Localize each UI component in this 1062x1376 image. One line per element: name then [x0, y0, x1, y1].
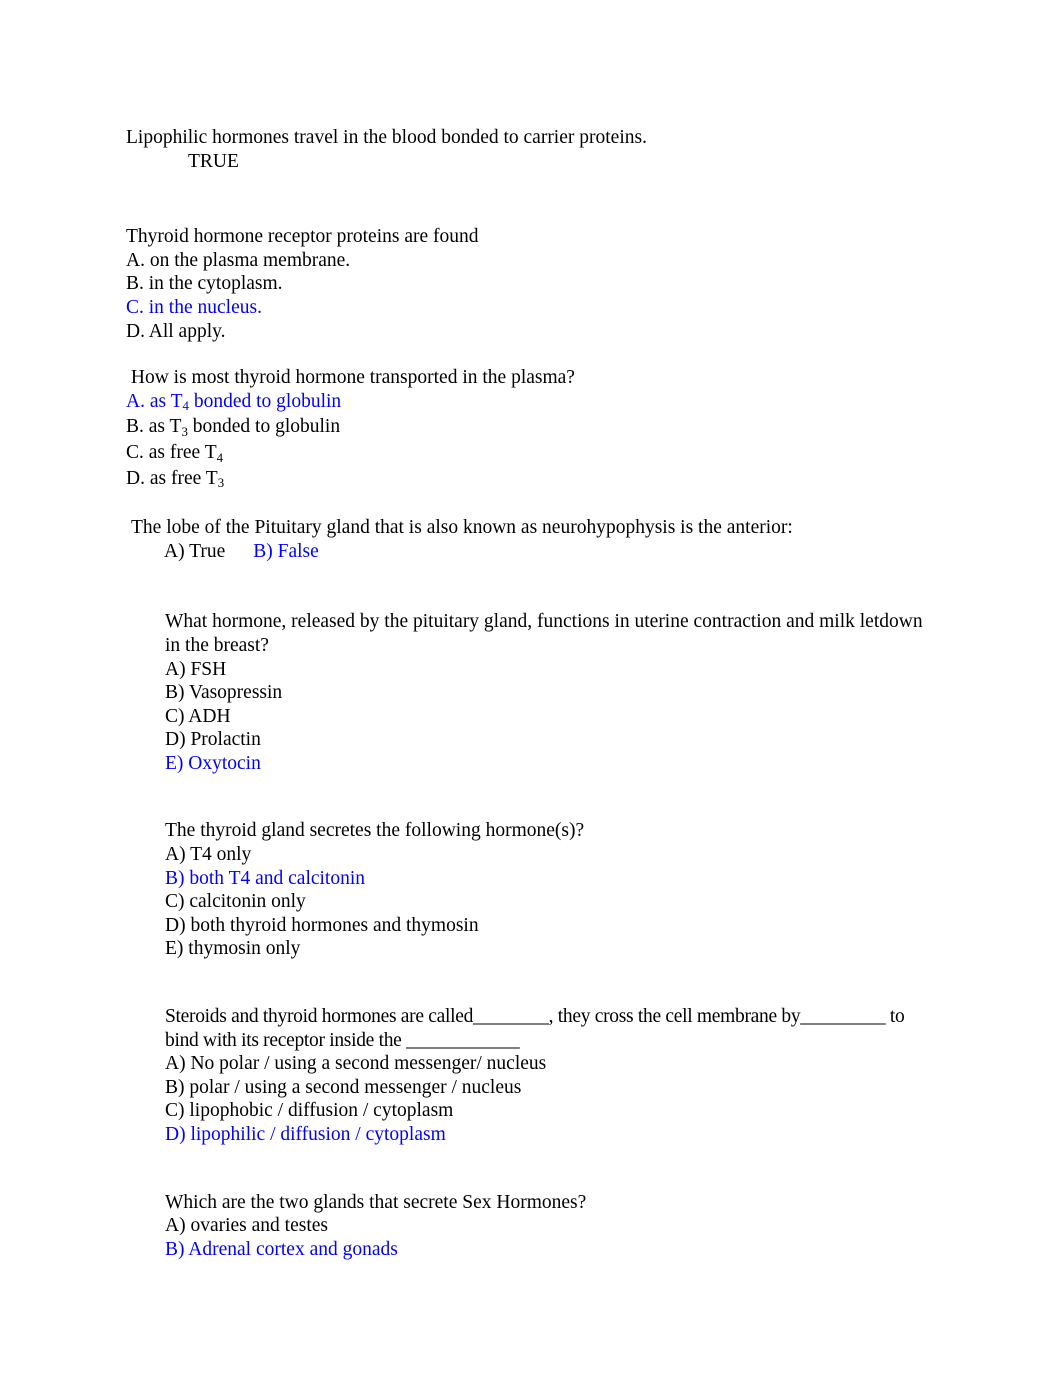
option-d: D. as free T3 [126, 467, 936, 493]
subscript: 3 [217, 476, 225, 491]
option-d: D. All apply. [126, 320, 226, 342]
option-a: A) No polar / using a second messenger/ … [165, 1053, 547, 1075]
option-a: A. on the plasma membrane. [126, 249, 351, 271]
option-c: C) ADH [165, 705, 231, 727]
option-b: B) Vasopressin [165, 682, 283, 704]
question-prompt-line-1: Steroids and thyroid hormones are called… [165, 1006, 905, 1028]
question-block-5: What hormone, released by the pituitary … [165, 610, 937, 775]
true-false-row: A) True B) False [126, 540, 936, 564]
document-body: Lipophilic hormones travel in the blood … [126, 126, 936, 1261]
subscript: 3 [181, 424, 188, 439]
option-e: E) thymosin only [165, 938, 301, 960]
option-a: A) T4 only [165, 844, 252, 866]
option-b: B) polar / using a second messenger / nu… [165, 1076, 522, 1098]
question-block-6: The thyroid gland secretes the following… [165, 819, 937, 961]
option-a: A) FSH [165, 658, 227, 680]
question-prompt: Lipophilic hormones travel in the blood … [126, 127, 647, 148]
question-answer-true: TRUE [188, 150, 239, 172]
question-block-1: Lipophilic hormones travel in the blood … [126, 126, 936, 173]
question-block-8: Which are the two glands that secrete Se… [165, 1191, 937, 1262]
option-b-correct: B) Adrenal cortex and gonads [165, 1238, 398, 1260]
option-text-pre: B. as T [126, 416, 182, 438]
question-prompt: How is most thyroid hormone transported … [126, 367, 575, 389]
option-c: C. as free T4 [126, 441, 936, 467]
question-block-2: Thyroid hormone receptor proteins are fo… [126, 225, 936, 343]
option-d: D) Prolactin [165, 729, 261, 751]
subscript: 4 [216, 450, 224, 465]
question-prompt-line-2: bind with its receptor inside the ______… [165, 1029, 520, 1051]
question-prompt: The thyroid gland secretes the following… [165, 820, 585, 842]
option-text-post: bonded to globulin [187, 416, 341, 438]
question-prompt: What hormone, released by the pituitary … [165, 611, 928, 656]
option-c: C) calcitonin only [165, 891, 306, 913]
option-a-correct: A. as T4 bonded to globulin [126, 390, 936, 416]
option-d-correct: D) lipophilic / diffusion / cytoplasm [165, 1124, 446, 1145]
question-block-4: The lobe of the Pituitary gland that is … [126, 516, 936, 563]
document-page: Lipophilic hormones travel in the blood … [0, 0, 1062, 1376]
question-block-3: How is most thyroid hormone transported … [126, 366, 936, 492]
question-block-7: Steroids and thyroid hormones are called… [165, 1005, 937, 1147]
option-c: C) lipophobic / diffusion / cytoplasm [165, 1100, 454, 1122]
option-text-post: bonded to globulin [188, 390, 342, 412]
question-prompt: The lobe of the Pituitary gland that is … [131, 517, 793, 539]
option-false-correct: B) False [253, 540, 319, 562]
option-b: B. in the cytoplasm. [126, 273, 283, 295]
option-c-correct: C. in the nucleus. [126, 296, 262, 318]
question-prompt: Thyroid hormone receptor proteins are fo… [126, 226, 479, 248]
option-e-correct: E) Oxytocin [165, 752, 261, 774]
option-text-pre: C. as free T [126, 441, 217, 463]
question-prompt: Which are the two glands that secrete Se… [165, 1191, 587, 1213]
option-text-pre: A. as T [126, 390, 183, 412]
option-true: A) True [164, 540, 226, 562]
option-b: B. as T3 bonded to globulin [126, 415, 936, 441]
subscript: 4 [182, 399, 189, 414]
option-text-pre: D. as free T [126, 467, 218, 489]
option-b-correct: B) both T4 and calcitonin [165, 867, 366, 889]
option-a: A) ovaries and testes [165, 1215, 328, 1237]
option-d: D) both thyroid hormones and thymosin [165, 914, 479, 936]
